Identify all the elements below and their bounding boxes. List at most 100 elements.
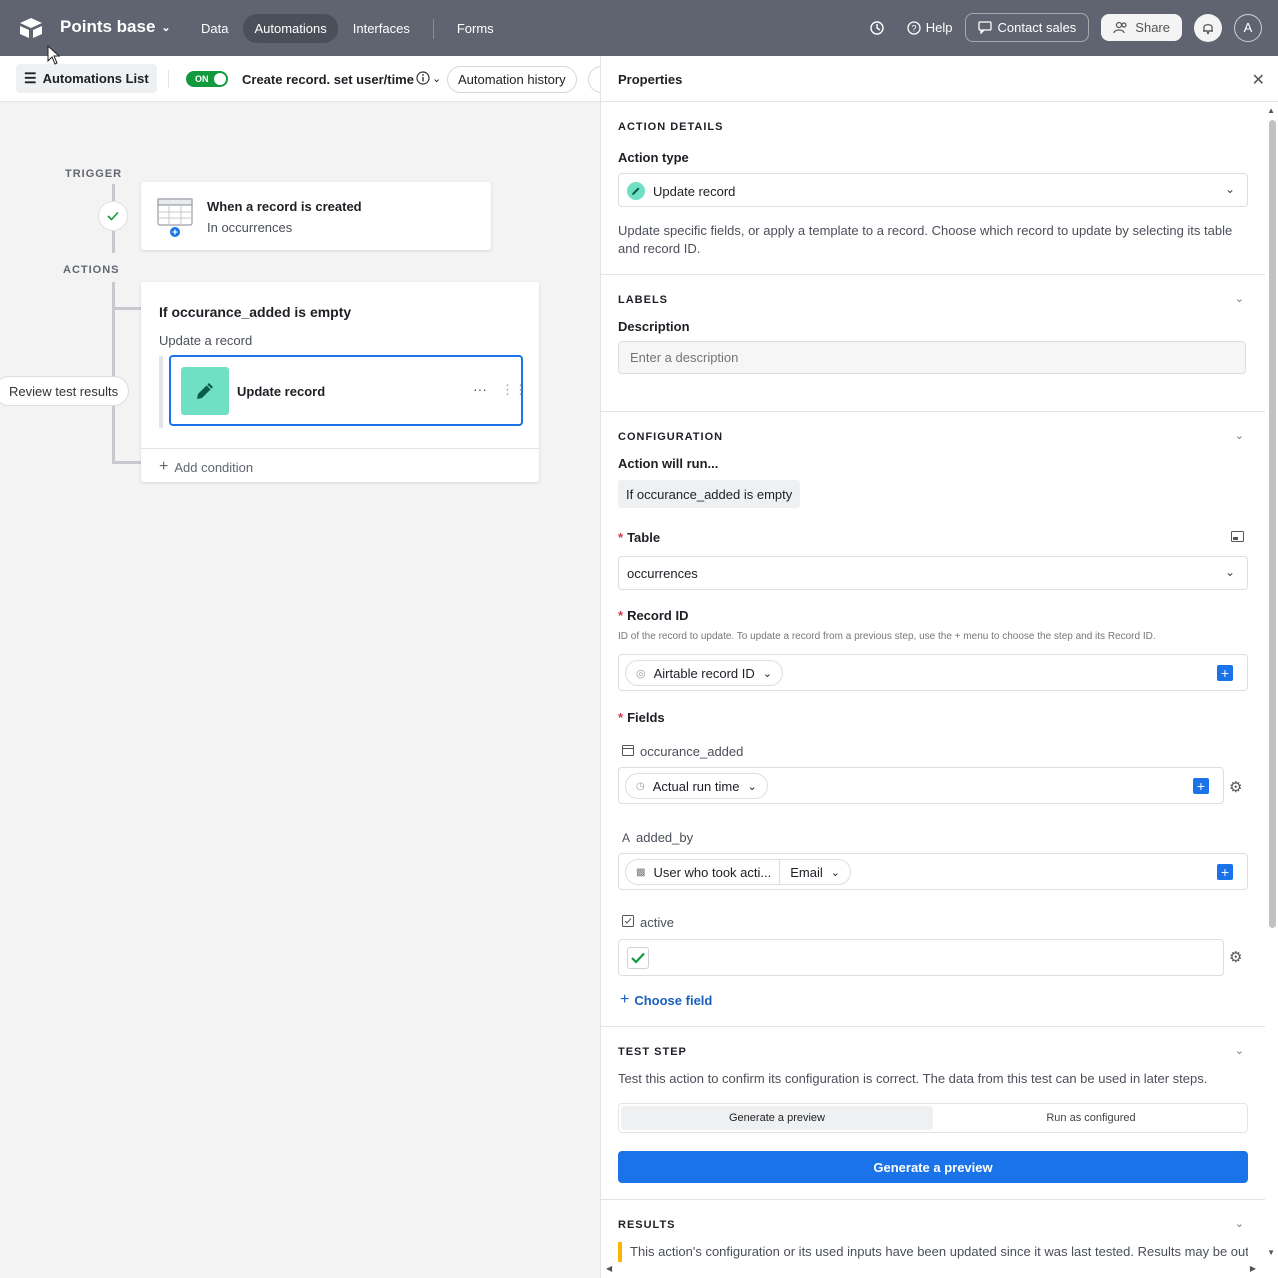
condition-subtitle: Update a record (159, 333, 253, 348)
automation-history-button[interactable]: Automation history (447, 66, 577, 93)
top-bar: Points base ⌄ Data Automations Interface… (0, 0, 1278, 56)
field-added-by-input[interactable]: ▩ User who took acti... Email ⌄ + (618, 853, 1248, 890)
properties-panel: Properties ✕ ACTION DETAILS Action type … (600, 56, 1278, 1278)
condition-group-bar (159, 356, 163, 428)
nav-automations[interactable]: Automations (243, 14, 338, 43)
add-token-plus-icon[interactable]: + (1217, 864, 1233, 880)
table-icon (157, 198, 193, 237)
field-settings-gear-icon[interactable]: ⚙ (1229, 948, 1242, 966)
vertical-scrollbar[interactable] (1269, 120, 1276, 928)
drag-handle-icon[interactable]: ⋮⋮ (501, 382, 527, 398)
chevron-down-icon: ⌄ (432, 72, 442, 85)
chat-icon (977, 21, 992, 34)
automations-list-button[interactable]: ☰ Automations List (16, 64, 157, 93)
action-label: Update record (237, 384, 326, 399)
pencil-icon (627, 182, 645, 200)
checkbox-field-icon (622, 915, 634, 930)
help-icon: ? (907, 20, 921, 35)
hamburger-icon: ☰ (24, 70, 37, 86)
nav-data[interactable]: Data (190, 14, 239, 43)
automation-name[interactable]: Create record. set user/time (242, 72, 414, 87)
field-settings-gear-icon[interactable]: ⚙ (1229, 778, 1242, 796)
user-icon: ▩ (636, 866, 646, 878)
panel-header: Properties ✕ (601, 56, 1278, 102)
description-label: Description (618, 319, 690, 334)
automation-toolbar: ☰ Automations List ON Create record. set… (0, 56, 608, 102)
action-description: Update specific fields, or apply a templ… (618, 223, 1233, 256)
record-id-help: ID of the record to update. To update a … (618, 631, 1156, 642)
automation-on-toggle[interactable]: ON (186, 71, 228, 87)
scroll-up-arrow-icon[interactable]: ▲ (1267, 106, 1275, 115)
nav-divider (432, 18, 434, 39)
add-token-plus-icon[interactable]: + (1217, 665, 1233, 681)
add-condition-button[interactable]: + Add condition (159, 458, 253, 476)
condition-card[interactable]: If occurance_added is empty Update a rec… (141, 282, 539, 482)
avatar[interactable]: A (1234, 13, 1262, 42)
record-id-input[interactable]: ◎ Airtable record ID ⌄ + (618, 654, 1248, 691)
scroll-right-arrow-icon[interactable]: ▶ (1250, 1264, 1256, 1273)
trigger-subtitle: In occurrences (207, 220, 293, 235)
connector-line (112, 307, 142, 310)
section-divider (601, 1199, 1265, 1200)
history-icon[interactable] (869, 20, 885, 36)
automation-canvas: TRIGGER ACTIONS When a record is created… (0, 45, 600, 1278)
description-input[interactable] (618, 341, 1246, 374)
action-type-select[interactable]: Update record ⌄ (618, 173, 1248, 207)
connector-line (112, 231, 115, 253)
close-icon[interactable]: ✕ (1252, 70, 1265, 90)
nav-interfaces[interactable]: Interfaces (342, 14, 421, 43)
chevron-down-icon[interactable]: ⌄ (1235, 429, 1244, 442)
record-id-token[interactable]: ◎ Airtable record ID ⌄ (625, 660, 783, 686)
action-type-label: Action type (618, 150, 689, 165)
record-id-label: * Record ID (618, 608, 689, 623)
contact-sales-button[interactable]: Contact sales (964, 13, 1090, 42)
fingerprint-icon: ◎ (636, 667, 646, 680)
choose-field-button[interactable]: + Choose field (620, 991, 712, 1009)
airtable-logo-icon[interactable] (18, 16, 44, 40)
svg-text:?: ? (911, 23, 916, 33)
chevron-down-icon[interactable]: ⌄ (1235, 1217, 1244, 1230)
section-labels: LABELS (618, 294, 668, 306)
connector-line (112, 184, 115, 201)
review-test-results-button[interactable]: Review test results (0, 376, 130, 406)
base-name-dropdown[interactable]: Points base ⌄ (60, 17, 171, 37)
update-record-action-card[interactable]: Update record ··· ⋮⋮ (169, 355, 527, 426)
field-occurance-added-input[interactable]: ◷ Actual run time ⌄ + (618, 767, 1224, 804)
help-button[interactable]: ? Help (907, 20, 953, 35)
trigger-card[interactable]: When a record is created In occurrences (141, 182, 491, 250)
chevron-down-icon[interactable]: ⌄ (1235, 292, 1244, 305)
expand-panel-icon[interactable] (1231, 530, 1244, 545)
seg-generate-preview[interactable]: Generate a preview (621, 1106, 933, 1130)
toolbar-divider (168, 70, 169, 88)
active-checkbox[interactable] (627, 947, 649, 969)
mouse-cursor-icon (47, 45, 61, 65)
email-subfield-token[interactable]: Email ⌄ (779, 859, 850, 885)
more-options-icon[interactable]: ··· (473, 381, 487, 397)
section-configuration: CONFIGURATION (618, 431, 724, 443)
automation-info-button[interactable]: ⌄ (416, 71, 441, 85)
seg-run-as-configured[interactable]: Run as configured (935, 1104, 1247, 1132)
run-time-token[interactable]: ◷ Actual run time ⌄ (625, 773, 768, 799)
main-nav: Data Automations Interfaces Forms (190, 14, 505, 43)
connector-line (112, 461, 142, 464)
trigger-title: When a record is created (207, 199, 362, 214)
chevron-down-icon: ⌄ (1224, 182, 1235, 196)
card-divider (141, 448, 539, 449)
chevron-down-icon[interactable]: ⌄ (1235, 1044, 1244, 1057)
notifications-bell-icon[interactable] (1194, 13, 1222, 42)
fields-label: * Fields (618, 710, 665, 725)
user-token[interactable]: ▩ User who took acti... Email ⌄ (625, 859, 851, 885)
add-token-plus-icon[interactable]: + (1193, 778, 1209, 794)
scroll-down-arrow-icon[interactable]: ▼ (1267, 1248, 1275, 1257)
table-label: * Table (618, 530, 661, 545)
table-select[interactable]: occurrences ⌄ (618, 556, 1248, 590)
nav-forms[interactable]: Forms (446, 14, 505, 43)
share-button[interactable]: Share (1101, 14, 1182, 41)
scroll-left-arrow-icon[interactable]: ◀ (606, 1264, 612, 1273)
calendar-icon (622, 744, 634, 759)
plus-icon: + (620, 991, 630, 1008)
pencil-icon (181, 367, 229, 415)
field-active-label: active (622, 915, 674, 930)
chevron-down-icon: ⌄ (830, 866, 840, 879)
generate-preview-button[interactable]: Generate a preview (618, 1151, 1248, 1183)
